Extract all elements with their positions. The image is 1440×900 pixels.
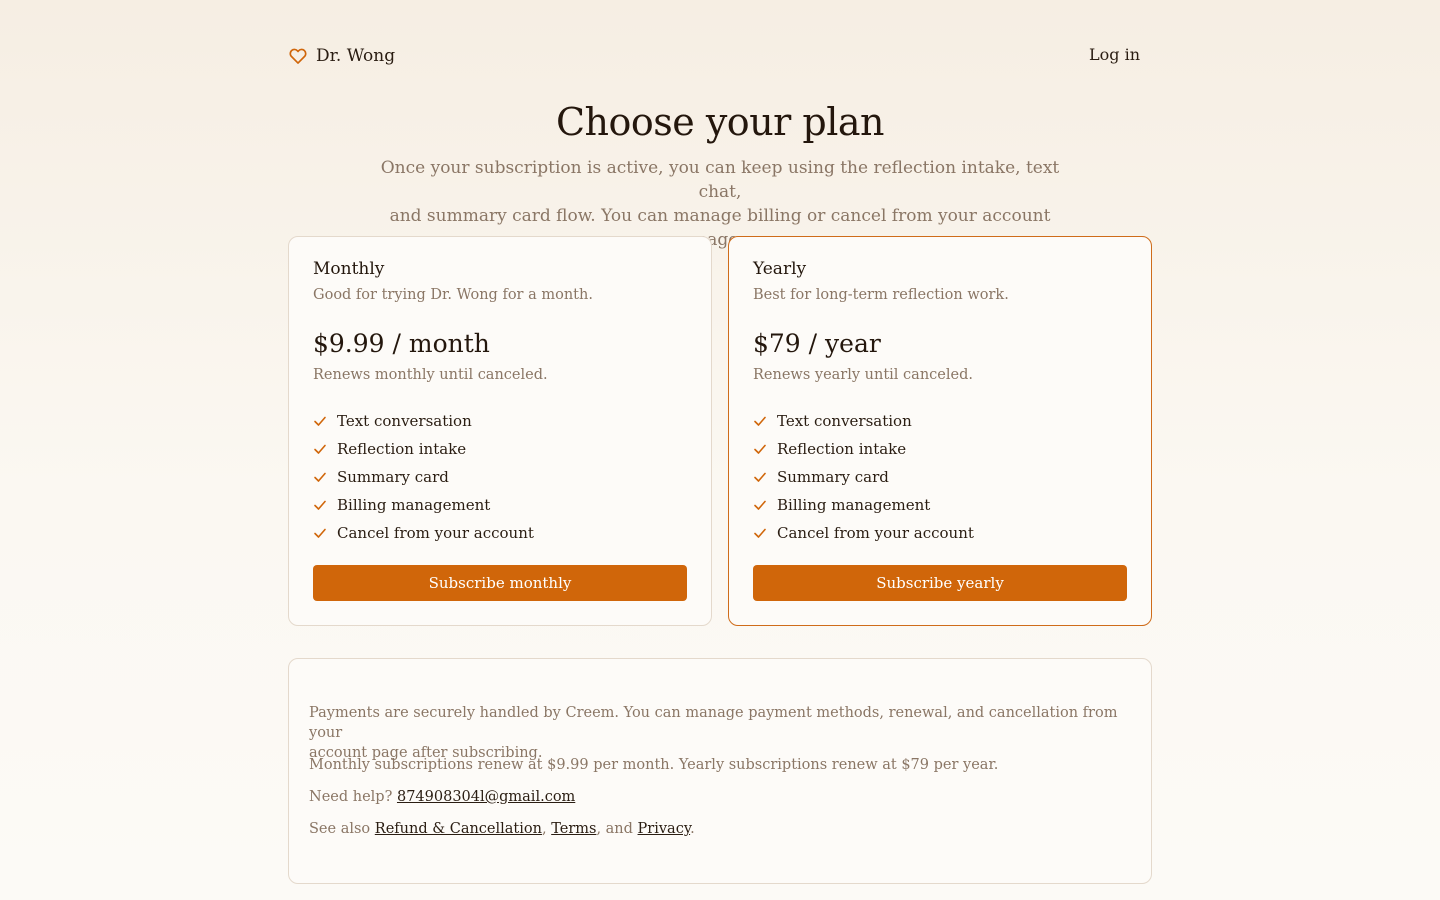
pricing-page: Dr. Wong Log in Choose your plan Once yo… (288, 0, 1152, 900)
page-title: Choose your plan (555, 100, 885, 144)
help-line: Need help? 874908304l@gmail.com (309, 787, 1129, 807)
brand-name: Dr. Wong (316, 46, 396, 66)
check-icon (754, 416, 766, 426)
feature-label: Billing management (777, 496, 931, 514)
plan-renewal-note: Renews monthly until canceled. (313, 367, 548, 383)
check-icon (314, 416, 326, 426)
renewal-note: Monthly subscriptions renew at $9.99 per… (309, 757, 999, 773)
feature-list: Text conversation Reflection intake Summ… (753, 407, 974, 547)
feature-item: Reflection intake (753, 435, 974, 463)
refund-cancellation-link[interactable]: Refund & Cancellation (375, 821, 542, 837)
feature-item: Cancel from your account (313, 519, 534, 547)
feature-item: Summary card (313, 463, 534, 491)
separator: , and (596, 821, 633, 837)
feature-label: Summary card (337, 468, 449, 486)
feature-label: Summary card (777, 468, 889, 486)
check-icon (754, 500, 766, 510)
feature-item: Summary card (753, 463, 974, 491)
plan-description: Good for trying Dr. Wong for a month. (313, 287, 593, 303)
feature-label: Reflection intake (777, 440, 907, 458)
plan-name: Monthly (313, 259, 385, 279)
check-icon (314, 472, 326, 482)
see-also-line: See also Refund & Cancellation, Terms, a… (309, 819, 1129, 839)
privacy-link[interactable]: Privacy (638, 821, 691, 837)
feature-list: Text conversation Reflection intake Summ… (313, 407, 534, 547)
feature-item: Billing management (753, 491, 974, 519)
billing-info-panel: Payments are securely handled by Creem. … (288, 658, 1152, 884)
see-also-prefix: See also (309, 821, 371, 837)
subscribe-yearly-button[interactable]: Subscribe yearly (753, 565, 1127, 601)
feature-item: Text conversation (753, 407, 974, 435)
plan-description: Best for long-term reflection work. (753, 287, 1009, 303)
feature-label: Cancel from your account (777, 524, 974, 542)
help-prefix: Need help? (309, 789, 393, 805)
plan-price: $9.99 / month (313, 329, 490, 358)
plan-card-yearly: Yearly Best for long-term reflection wor… (728, 236, 1152, 626)
feature-item: Cancel from your account (753, 519, 974, 547)
payments-note: Payments are securely handled by Creem. … (309, 703, 1129, 763)
feature-label: Text conversation (777, 412, 912, 430)
plan-price: $79 / year (753, 329, 881, 358)
payments-note-line: Payments are securely handled by Creem. … (309, 705, 1118, 741)
feature-label: Reflection intake (337, 440, 467, 458)
feature-item: Billing management (313, 491, 534, 519)
feature-item: Reflection intake (313, 435, 534, 463)
feature-label: Billing management (337, 496, 491, 514)
feature-label: Cancel from your account (337, 524, 534, 542)
help-email-link[interactable]: 874908304l@gmail.com (397, 789, 575, 805)
check-icon (754, 472, 766, 482)
terms-link[interactable]: Terms (551, 821, 596, 837)
heart-icon (289, 48, 307, 64)
plan-name: Yearly (753, 259, 807, 279)
check-icon (754, 528, 766, 538)
feature-label: Text conversation (337, 412, 472, 430)
subscribe-monthly-button[interactable]: Subscribe monthly (313, 565, 687, 601)
check-icon (314, 444, 326, 454)
brand[interactable]: Dr. Wong (288, 44, 395, 68)
login-link[interactable]: Log in (1089, 45, 1140, 64)
feature-item: Text conversation (313, 407, 534, 435)
separator: , (541, 821, 547, 837)
check-icon (314, 528, 326, 538)
check-icon (314, 500, 326, 510)
separator: . (690, 821, 695, 837)
check-icon (754, 444, 766, 454)
plan-renewal-note: Renews yearly until canceled. (753, 367, 973, 383)
subtitle-line: Once your subscription is active, you ca… (380, 158, 1060, 202)
plan-card-monthly: Monthly Good for trying Dr. Wong for a m… (288, 236, 712, 626)
